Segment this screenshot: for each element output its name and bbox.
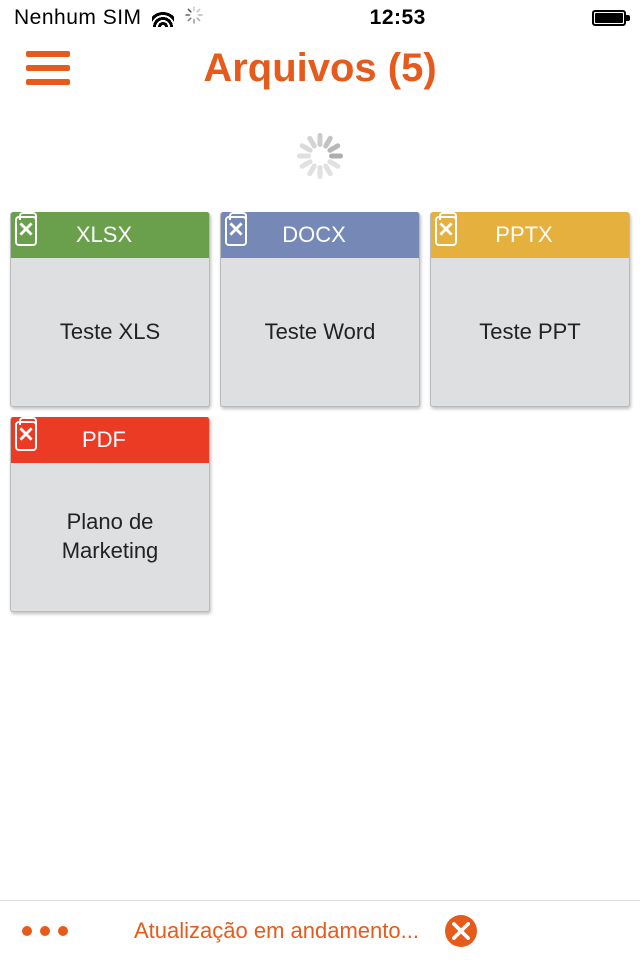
file-type-header: DOCX [221,212,419,258]
file-type-header: PPTX [431,212,629,258]
loading-area [0,100,640,212]
loading-spinner-icon [297,133,343,179]
offline-unavailable-icon [225,216,247,246]
file-name: Teste PPT [431,258,629,406]
status-bar: Nenhum SIM 12:53 [0,0,640,36]
file-card[interactable]: DOCX Teste Word [220,212,420,407]
more-button[interactable] [22,926,68,936]
file-extension: DOCX [221,222,407,248]
wifi-icon [152,9,174,27]
app-header: Arquivos (5) [0,36,640,100]
clock-label: 12:53 [370,6,426,30]
carrier-label: Nenhum SIM [14,6,142,30]
file-name: Plano de Marketing [11,463,209,611]
offline-unavailable-icon [15,216,37,246]
page-title: Arquivos (5) [203,46,436,91]
file-card[interactable]: PPTX Teste PPT [430,212,630,407]
status-message: Atualização em andamento... [134,918,419,944]
footer-bar: Atualização em andamento... [0,900,640,960]
file-type-header: XLSX [11,212,209,258]
activity-spinner-icon [184,5,204,31]
file-grid: XLSX Teste XLS DOCX Teste Word PPTX Test… [0,212,640,612]
file-name: Teste Word [221,258,419,406]
file-card[interactable]: PDF Plano de Marketing [10,417,210,612]
file-extension: XLSX [11,222,197,248]
file-type-header: PDF [11,417,209,463]
offline-unavailable-icon [435,216,457,246]
cancel-update-button[interactable] [445,915,477,947]
battery-icon [592,10,626,26]
offline-unavailable-icon [15,421,37,451]
file-card[interactable]: XLSX Teste XLS [10,212,210,407]
menu-button[interactable] [26,51,70,85]
file-extension: PPTX [431,222,617,248]
file-extension: PDF [11,427,197,453]
file-name: Teste XLS [11,258,209,406]
